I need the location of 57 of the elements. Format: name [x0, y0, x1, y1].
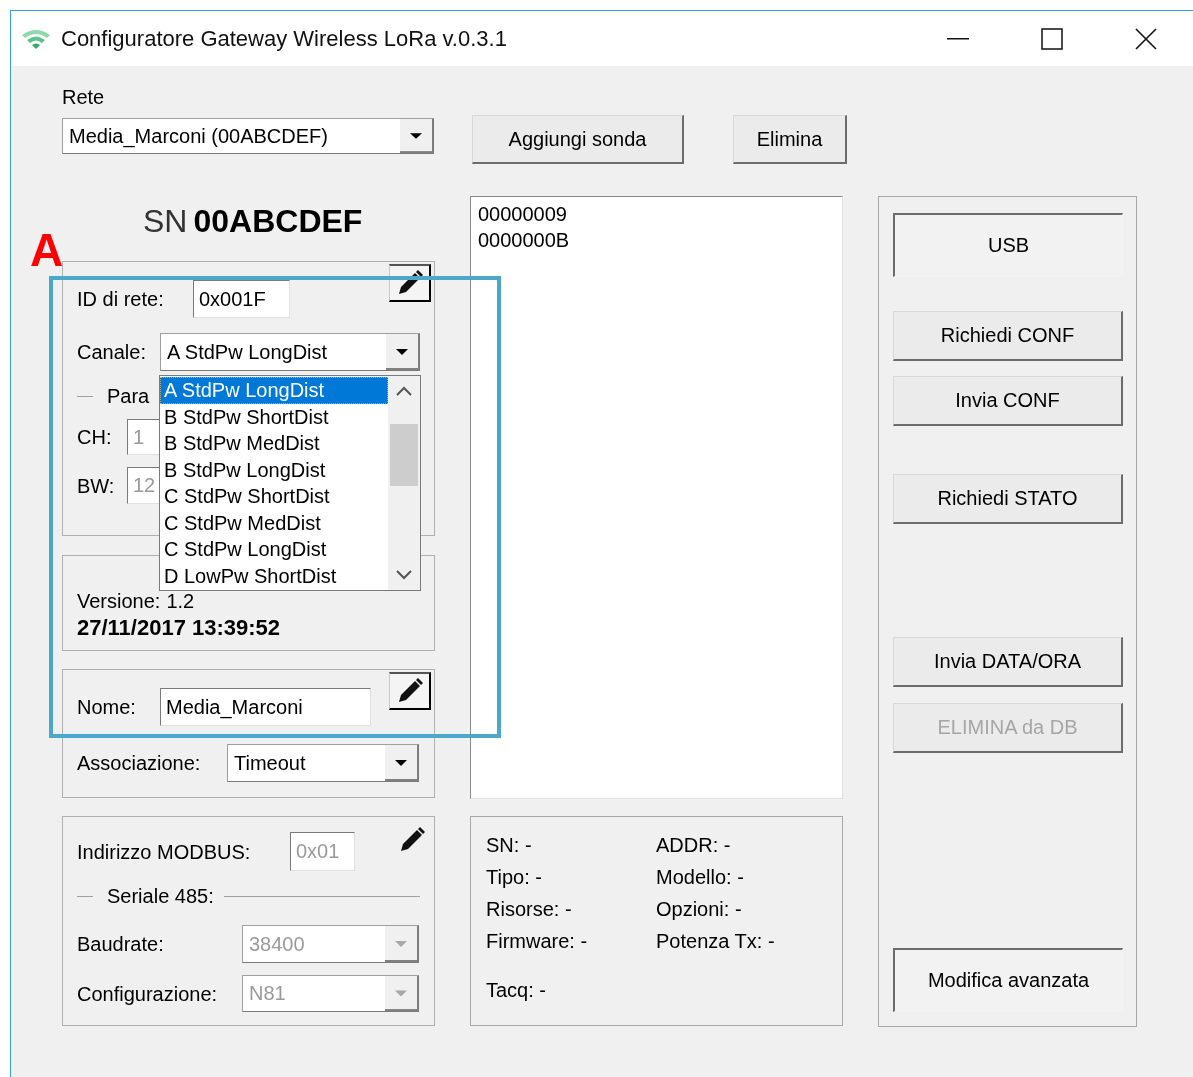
channel-dropdown[interactable]: A StdPw LongDist	[160, 333, 420, 371]
list-item[interactable]: D LowPw ShortDist	[160, 562, 388, 589]
field-label: Nome:	[77, 696, 137, 718]
annotation-label: A	[30, 226, 64, 274]
caret-icon	[400, 119, 433, 153]
maximize-icon[interactable]	[1040, 26, 1064, 51]
input-field[interactable]: 0x001F	[193, 280, 290, 318]
field-label: Rete	[62, 86, 106, 108]
network-dropdown[interactable]: Media_Marconi (00ABCDEF)	[62, 118, 434, 154]
field-label: Baudrate:	[77, 933, 165, 955]
scrollbar[interactable]	[388, 376, 420, 590]
action-button[interactable]: Richiedi CONF	[893, 311, 1123, 361]
toolbar-button[interactable]: Elimina	[733, 115, 847, 164]
serial-prefix: SN	[143, 202, 188, 240]
info-text: Potenza Tx: -	[656, 930, 776, 952]
field-label: Associazione:	[77, 752, 202, 774]
field-label: BW:	[77, 474, 116, 497]
action-button[interactable]: USB	[893, 213, 1123, 277]
edit-button[interactable]	[389, 672, 431, 710]
info-text: ADDR: -	[656, 834, 732, 856]
caret-icon	[386, 334, 419, 370]
info-text: Modello: -	[656, 866, 745, 888]
info-text: SN: -	[486, 834, 533, 856]
field-label: CH:	[77, 426, 113, 448]
caret-icon	[385, 926, 418, 962]
info-text: Firmware: -	[486, 930, 589, 952]
version-value: 1.2	[166, 590, 195, 612]
wifi-icon	[21, 27, 51, 50]
field-label: Configurazione:	[77, 982, 219, 1005]
association-dropdown[interactable]: Timeout	[227, 744, 419, 782]
caret-icon	[385, 745, 418, 781]
section-label: Para	[107, 385, 150, 407]
field-label: Indirizzo MODBUS:	[77, 840, 252, 863]
caret-icon	[385, 976, 418, 1011]
field-label: ID di rete:	[77, 288, 165, 310]
timestamp: 27/11/2017 13:39:52	[77, 616, 282, 640]
info-text: Tipo: -	[486, 866, 543, 888]
list-item[interactable]: A StdPw LongDist	[160, 377, 388, 404]
input-field[interactable]: Media_Marconi	[160, 688, 371, 726]
list-item[interactable]: 00000009	[478, 201, 567, 227]
info-text: Tacq: -	[486, 979, 548, 1001]
window-title: Configuratore Gateway Wireless LoRa v.0.3.1	[61, 25, 507, 52]
info-text: Opzioni: -	[656, 898, 743, 920]
section-label: Seriale 485:	[107, 885, 214, 907]
toolbar-button[interactable]: Aggiungi sonda	[472, 115, 684, 164]
action-button[interactable]: Richiedi STATO	[893, 474, 1123, 524]
list-item[interactable]: C StdPw MedDist	[160, 509, 388, 536]
list-item[interactable]: C StdPw LongDist	[160, 536, 388, 563]
list-item[interactable]: 0000000B	[478, 227, 570, 253]
action-button[interactable]: Invia DATA/ORA	[893, 637, 1123, 687]
action-button[interactable]: Modifica avanzata	[893, 948, 1123, 1012]
field-label: Canale:	[77, 341, 147, 363]
info-text: Risorse: -	[486, 898, 573, 920]
action-button[interactable]: Invia CONF	[893, 376, 1123, 426]
close-icon[interactable]	[1134, 26, 1158, 51]
serial-number: 00ABCDEF	[193, 202, 363, 240]
version-label: Versione:	[77, 590, 161, 612]
